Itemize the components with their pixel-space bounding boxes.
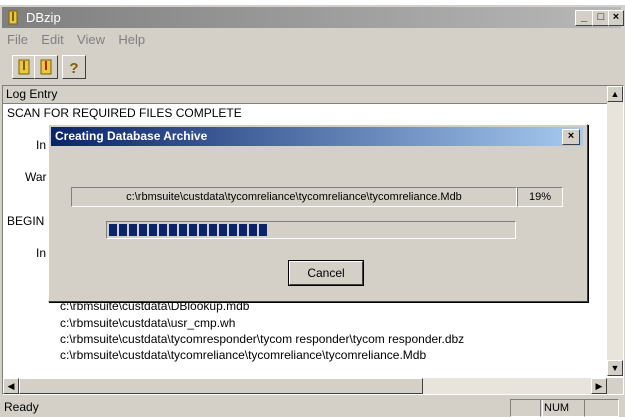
unzip-button[interactable] (34, 55, 58, 79)
unzip-icon (40, 59, 52, 75)
app-icon (8, 10, 18, 25)
progress-bar-fill (109, 224, 267, 236)
status-text: Ready (4, 400, 39, 414)
log-line: In (36, 246, 47, 260)
title-bar[interactable]: DBzip _ □ × (2, 7, 624, 28)
scroll-up-button[interactable]: ▲ (607, 86, 623, 102)
menu-help[interactable]: Help (113, 31, 150, 49)
dialog-title-bar[interactable]: Creating Database Archive × (51, 127, 583, 146)
log-column-header[interactable]: Log Entry (3, 86, 611, 104)
scroll-left-button[interactable]: ◀ (3, 378, 19, 394)
percent-field: 19% (517, 187, 563, 207)
zip-icon (18, 59, 30, 75)
horizontal-scroll-thumb[interactable] (19, 378, 423, 394)
arrow-left-icon: ◀ (7, 381, 15, 391)
dialog-title: Creating Database Archive (55, 129, 208, 143)
svg-text:?: ? (69, 60, 78, 77)
cancel-button[interactable]: Cancel (289, 261, 363, 285)
horizontal-scrollbar[interactable]: ◀ ▶ (3, 378, 607, 394)
arrow-down-icon: ▼ (610, 363, 620, 373)
status-panel-empty (584, 399, 619, 417)
status-bar: Ready NUM (0, 397, 625, 417)
status-panel-empty (510, 399, 543, 417)
log-line: c:\rbmsuite\custdata\usr_cmp.wh (60, 316, 236, 330)
menu-file[interactable]: File (2, 31, 33, 49)
menu-view[interactable]: View (72, 31, 110, 49)
scroll-down-button[interactable]: ▼ (607, 360, 623, 376)
log-line: In (36, 138, 47, 152)
arrow-up-icon: ▲ (610, 89, 620, 99)
log-line: BEGIN (7, 214, 45, 228)
log-line: War (25, 170, 47, 184)
vertical-scrollbar[interactable]: ▲ ▼ (607, 86, 623, 376)
arrow-right-icon: ▶ (595, 381, 603, 391)
num-lock-indicator: NUM (540, 399, 585, 417)
help-icon: ? (69, 60, 78, 77)
current-file-field: c:\rbmsuite\custdata\tycomreliance\tycom… (71, 187, 517, 207)
menu-bar: File Edit View Help (2, 31, 150, 49)
close-button[interactable]: × (608, 10, 624, 26)
log-line: c:\rbmsuite\custdata\tycomreliance\tycom… (60, 348, 427, 362)
window-title: DBzip (26, 10, 61, 25)
log-line: c:\rbmsuite\custdata\tycomresponder\tyco… (60, 332, 465, 346)
menu-edit[interactable]: Edit (36, 31, 68, 49)
progress-bar (106, 221, 516, 239)
scroll-right-button[interactable]: ▶ (591, 378, 607, 394)
zip-button[interactable] (12, 55, 36, 79)
scroll-corner (607, 378, 623, 394)
dialog-close-button[interactable]: × (562, 129, 580, 145)
archive-progress-dialog: Creating Database Archive × c:\rbmsuite\… (48, 124, 588, 302)
minimize-button[interactable]: _ (575, 10, 593, 26)
log-line: SCAN FOR REQUIRED FILES COMPLETE (7, 106, 242, 120)
help-button[interactable]: ? (62, 55, 86, 79)
